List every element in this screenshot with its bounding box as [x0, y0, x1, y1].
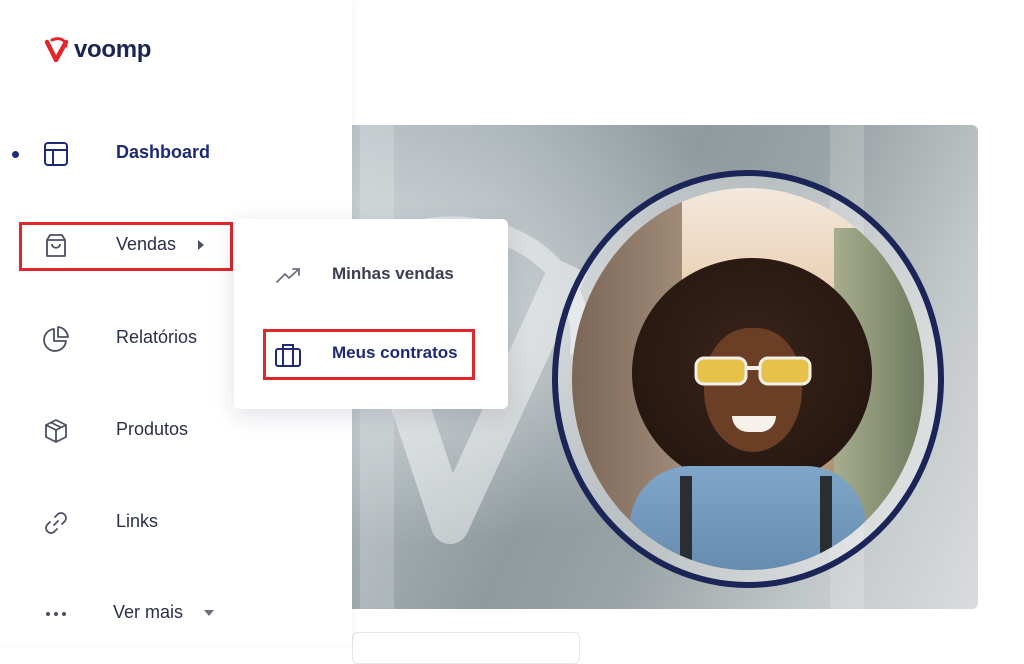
- sidebar-item-produtos[interactable]: Produtos: [0, 401, 352, 461]
- package-icon: [45, 419, 67, 443]
- layout-icon: [44, 142, 68, 166]
- sidebar-item-label: Relatórios: [116, 327, 198, 347]
- caret-right-icon: [198, 240, 204, 250]
- submenu-item-minhas-vendas[interactable]: Minhas vendas: [234, 248, 508, 302]
- sidebar-item-links[interactable]: Links: [0, 493, 352, 553]
- sidebar-item-label: Ver mais: [113, 602, 184, 622]
- brand-logo[interactable]: voomp: [44, 36, 151, 64]
- active-indicator: [12, 151, 19, 158]
- submenu-item-label: Meus contratos: [332, 343, 458, 362]
- bottom-card: [352, 632, 580, 664]
- shopping-bag-icon: [46, 234, 66, 257]
- brand-name: voomp: [74, 36, 152, 63]
- submenu-item-meus-contratos[interactable]: Meus contratos: [234, 327, 508, 381]
- sidebar-item-label: Vendas: [116, 234, 177, 254]
- sidebar-item-label: Links: [116, 511, 159, 531]
- submenu-item-label: Minhas vendas: [332, 264, 454, 283]
- sunglasses-icon: [694, 356, 812, 386]
- link-icon: [45, 512, 67, 534]
- more-dots-icon: [46, 612, 66, 616]
- sidebar-item-dashboard[interactable]: Dashboard: [0, 124, 352, 184]
- hero-photo: [572, 188, 924, 570]
- voomp-logo-icon: [44, 37, 69, 63]
- briefcase-icon: [275, 344, 301, 367]
- sidebar-item-label: Produtos: [116, 419, 189, 439]
- trending-up-icon: [276, 268, 300, 283]
- pie-chart-icon: [43, 326, 69, 352]
- sidebar-item-ver-mais[interactable]: Ver mais: [0, 584, 352, 644]
- chevron-down-icon: [204, 610, 214, 616]
- vendas-submenu: Minhas vendas Meus contratos: [234, 219, 508, 409]
- sidebar-item-label: Dashboard: [116, 142, 211, 162]
